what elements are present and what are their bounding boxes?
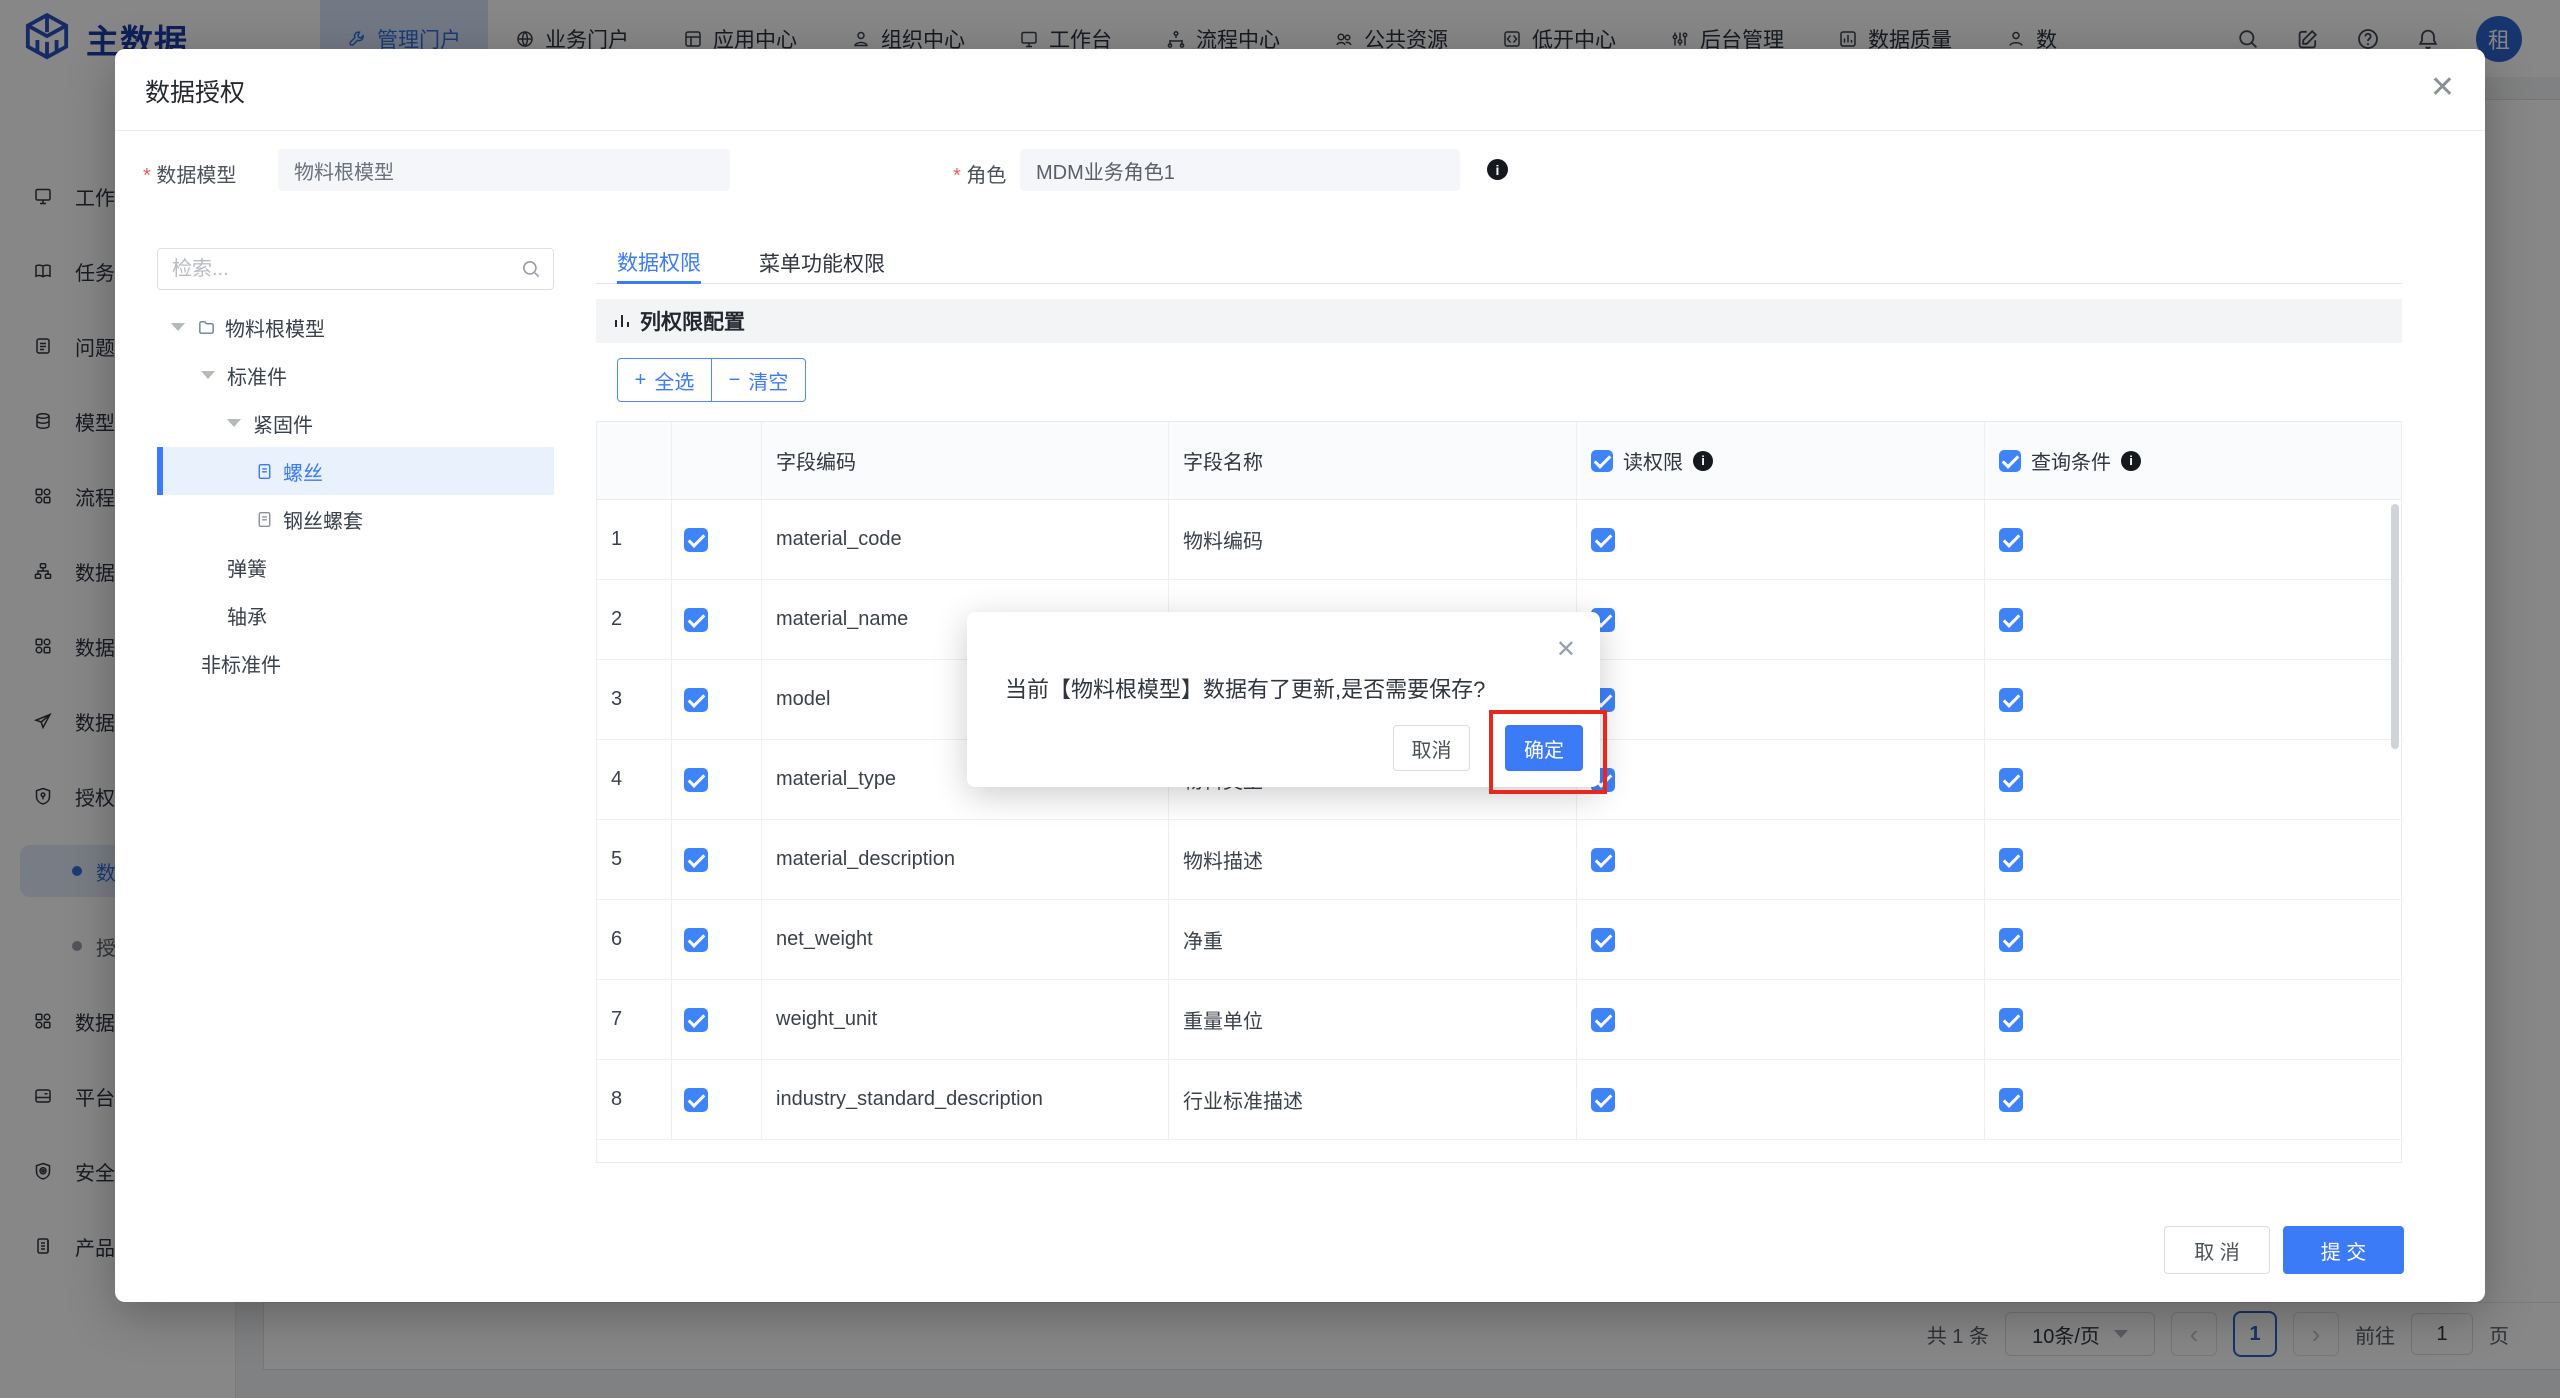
- query-condition-checkbox[interactable]: [1999, 1008, 2023, 1032]
- row-number: 7: [597, 980, 672, 1059]
- row-checkbox[interactable]: [684, 848, 708, 872]
- caret-down-icon[interactable]: [201, 371, 215, 379]
- info-icon: [2121, 451, 2141, 471]
- close-icon[interactable]: [2430, 73, 2455, 103]
- doc-gray-icon: [255, 510, 274, 529]
- tree-node-spring[interactable]: 弹簧: [157, 543, 554, 591]
- row-number: 2: [597, 580, 672, 659]
- table-scrollbar[interactable]: [2391, 504, 2399, 749]
- query-condition-checkbox[interactable]: [1999, 1088, 2023, 1112]
- table-row: 7 weight_unit 重量单位: [597, 980, 2401, 1060]
- query-condition-checkbox[interactable]: [1999, 768, 2023, 792]
- field-code-cell: industry_standard_description: [762, 1060, 1169, 1139]
- tree-nodes: 物料根模型标准件紧固件螺丝钢丝螺套弹簧轴承非标准件: [157, 303, 554, 687]
- query-condition-checkbox[interactable]: [1999, 688, 2023, 712]
- field-code-cell: weight_unit: [762, 980, 1169, 1059]
- read-permission-header-checkbox[interactable]: [1591, 450, 1613, 472]
- tree-node-wire-thread-insert[interactable]: 钢丝螺套: [157, 495, 554, 543]
- caret-down-icon[interactable]: [171, 323, 185, 331]
- query-condition-checkbox[interactable]: [1999, 608, 2023, 632]
- field-name-cell: 物料编码: [1169, 500, 1577, 579]
- header-field-name: 字段名称: [1169, 422, 1577, 499]
- tab-menu-permission[interactable]: 菜单功能权限: [759, 242, 885, 284]
- confirm-message: 当前【物料根模型】数据有了更新,是否需要保存?: [1005, 672, 1485, 704]
- table-row: 8 industry_standard_description 行业标准描述: [597, 1060, 2401, 1140]
- tree-node-bearing[interactable]: 轴承: [157, 591, 554, 639]
- row-number: 3: [597, 660, 672, 739]
- tabs: 数据权限 菜单功能权限: [596, 242, 2402, 284]
- field-name-cell: 行业标准描述: [1169, 1060, 1577, 1139]
- tree-node-fasteners[interactable]: 紧固件: [157, 399, 554, 447]
- field-name-cell: 重量单位: [1169, 980, 1577, 1059]
- row-number: 6: [597, 900, 672, 979]
- info-icon: [1487, 159, 1508, 180]
- data-model-field[interactable]: [278, 149, 730, 191]
- table-row: 1 material_code 物料编码: [597, 500, 2401, 580]
- tree-node-material-root-model[interactable]: 物料根模型: [157, 303, 554, 351]
- search-icon: [520, 258, 542, 285]
- field-permission-table: 字段编码 字段名称 读权限 查询条件 1 material_code 物料编码 …: [596, 421, 2402, 1163]
- field-name-cell: 物料描述: [1169, 820, 1577, 899]
- close-icon[interactable]: [1556, 638, 1576, 662]
- field-code-cell: material_description: [762, 820, 1169, 899]
- read-permission-checkbox[interactable]: [1591, 1088, 1615, 1112]
- info-icon: [1693, 451, 1713, 471]
- modal-title: 数据授权: [145, 73, 245, 109]
- header-query-condition: 查询条件: [2031, 446, 2111, 475]
- confirm-cancel-button[interactable]: 取消: [1393, 725, 1470, 771]
- row-checkbox[interactable]: [684, 768, 708, 792]
- data-model-label: 数据模型: [143, 159, 236, 188]
- modal-submit-button[interactable]: 提 交: [2283, 1226, 2404, 1274]
- header-read-permission: 读权限: [1623, 446, 1683, 475]
- role-field[interactable]: [1020, 149, 1460, 191]
- row-checkbox[interactable]: [684, 688, 708, 712]
- tree-node-standard-parts[interactable]: 标准件: [157, 351, 554, 399]
- folder-icon: [197, 318, 216, 337]
- row-checkbox[interactable]: [684, 1088, 708, 1112]
- minus-icon: −: [729, 369, 741, 392]
- tree-node-screw[interactable]: 螺丝: [157, 447, 554, 495]
- row-number: 1: [597, 500, 672, 579]
- table-body: 1 material_code 物料编码 2 material_name 3 m…: [597, 500, 2401, 1140]
- row-number: 5: [597, 820, 672, 899]
- table-row: 6 net_weight 净重: [597, 900, 2401, 980]
- chart-bars-icon: [612, 311, 632, 331]
- tab-data-permission[interactable]: 数据权限: [617, 242, 701, 284]
- table-row: 5 material_description 物料描述: [597, 820, 2401, 900]
- row-number: 4: [597, 740, 672, 819]
- row-checkbox[interactable]: [684, 1008, 708, 1032]
- clear-button[interactable]: − 清空: [711, 358, 806, 402]
- plus-icon: +: [635, 369, 647, 392]
- divider: [115, 130, 2485, 131]
- field-name-cell: 净重: [1169, 900, 1577, 979]
- model-tree-panel: 物料根模型标准件紧固件螺丝钢丝螺套弹簧轴承非标准件: [157, 248, 554, 687]
- confirm-ok-button[interactable]: 确定: [1505, 725, 1583, 771]
- tree-node-non-standard-parts[interactable]: 非标准件: [157, 639, 554, 687]
- query-condition-header-checkbox[interactable]: [1999, 450, 2021, 472]
- modal-cancel-button[interactable]: 取 消: [2164, 1226, 2270, 1274]
- role-label: 角色: [953, 159, 1006, 188]
- caret-down-icon[interactable]: [227, 419, 241, 427]
- read-permission-checkbox[interactable]: [1591, 1008, 1615, 1032]
- doc-blue-icon: [255, 462, 274, 481]
- selection-buttons: + 全选 − 清空: [617, 358, 806, 402]
- column-permission-section: 列权限配置: [596, 299, 2402, 343]
- read-permission-checkbox[interactable]: [1591, 848, 1615, 872]
- row-checkbox[interactable]: [684, 528, 708, 552]
- header-field-code: 字段编码: [762, 422, 1169, 499]
- table-header: 字段编码 字段名称 读权限 查询条件: [597, 422, 2401, 500]
- read-permission-checkbox[interactable]: [1591, 528, 1615, 552]
- confirm-dialog: 当前【物料根模型】数据有了更新,是否需要保存? 取消 确定: [967, 612, 1600, 787]
- read-permission-checkbox[interactable]: [1591, 928, 1615, 952]
- select-all-button[interactable]: + 全选: [617, 358, 712, 402]
- field-code-cell: material_code: [762, 500, 1169, 579]
- query-condition-checkbox[interactable]: [1999, 848, 2023, 872]
- query-condition-checkbox[interactable]: [1999, 928, 2023, 952]
- query-condition-checkbox[interactable]: [1999, 528, 2023, 552]
- row-checkbox[interactable]: [684, 928, 708, 952]
- field-code-cell: net_weight: [762, 900, 1169, 979]
- row-number: 8: [597, 1060, 672, 1139]
- row-checkbox[interactable]: [684, 608, 708, 632]
- search-input[interactable]: [157, 248, 554, 290]
